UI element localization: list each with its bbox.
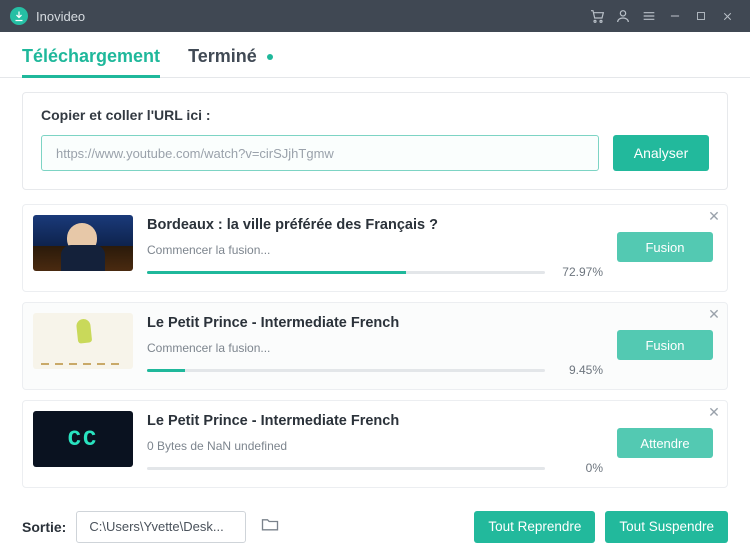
close-button[interactable] xyxy=(714,0,740,32)
main-tabs: Téléchargement Terminé xyxy=(0,32,750,78)
progress-fill xyxy=(147,271,406,274)
download-title: Le Petit Prince - Intermediate French xyxy=(147,315,603,331)
download-status: Commencer la fusion... xyxy=(147,341,603,355)
progress-bar xyxy=(147,271,545,274)
menu-icon[interactable] xyxy=(636,0,662,32)
download-status: Commencer la fusion... xyxy=(147,243,603,257)
url-label: Copier et coller l'URL ici : xyxy=(41,107,709,123)
fusion-button[interactable]: Fusion xyxy=(617,330,713,360)
account-icon[interactable] xyxy=(610,0,636,32)
suspend-all-button[interactable]: Tout Suspendre xyxy=(605,511,728,543)
app-title: Inovideo xyxy=(36,9,85,24)
thumbnail: CC xyxy=(33,411,133,467)
main-content: Copier et coller l'URL ici : Analyser ✕ … xyxy=(0,78,750,500)
download-item: ✕ Bordeaux : la ville préférée des Franç… xyxy=(22,204,728,292)
progress-percent: 0% xyxy=(555,461,603,475)
download-item: ✕ Le Petit Prince - Intermediate French … xyxy=(22,302,728,390)
output-path[interactable]: C:\Users\Yvette\Desk... xyxy=(76,511,246,543)
analyze-button[interactable]: Analyser xyxy=(613,135,709,171)
progress-bar xyxy=(147,369,545,372)
cart-icon[interactable] xyxy=(584,0,610,32)
download-title: Bordeaux : la ville préférée des Françai… xyxy=(147,217,603,233)
tab-downloading[interactable]: Téléchargement xyxy=(22,46,160,77)
thumbnail xyxy=(33,313,133,369)
finished-indicator-dot xyxy=(267,54,273,60)
cc-badge: CC xyxy=(68,427,98,452)
progress-bar xyxy=(147,467,545,470)
progress-percent: 72.97% xyxy=(555,265,603,279)
progress-percent: 9.45% xyxy=(555,363,603,377)
minimize-button[interactable] xyxy=(662,0,688,32)
maximize-button[interactable] xyxy=(688,0,714,32)
tab-finished[interactable]: Terminé xyxy=(188,46,257,77)
folder-icon[interactable] xyxy=(256,510,284,543)
url-card: Copier et coller l'URL ici : Analyser xyxy=(22,92,728,190)
close-icon[interactable]: ✕ xyxy=(707,307,721,321)
titlebar: Inovideo xyxy=(0,0,750,32)
download-status: 0 Bytes de NaN undefined xyxy=(147,439,603,453)
download-title: Le Petit Prince - Intermediate French xyxy=(147,413,603,429)
download-item: ✕ CC Le Petit Prince - Intermediate Fren… xyxy=(22,400,728,488)
resume-all-button[interactable]: Tout Reprendre xyxy=(474,511,595,543)
output-label: Sortie: xyxy=(22,519,66,535)
close-icon[interactable]: ✕ xyxy=(707,209,721,223)
wait-button[interactable]: Attendre xyxy=(617,428,713,458)
app-logo xyxy=(10,7,28,25)
close-icon[interactable]: ✕ xyxy=(707,405,721,419)
footer: Sortie: C:\Users\Yvette\Desk... Tout Rep… xyxy=(0,500,750,557)
url-input[interactable] xyxy=(41,135,599,171)
progress-fill xyxy=(147,369,185,372)
thumbnail xyxy=(33,215,133,271)
fusion-button[interactable]: Fusion xyxy=(617,232,713,262)
